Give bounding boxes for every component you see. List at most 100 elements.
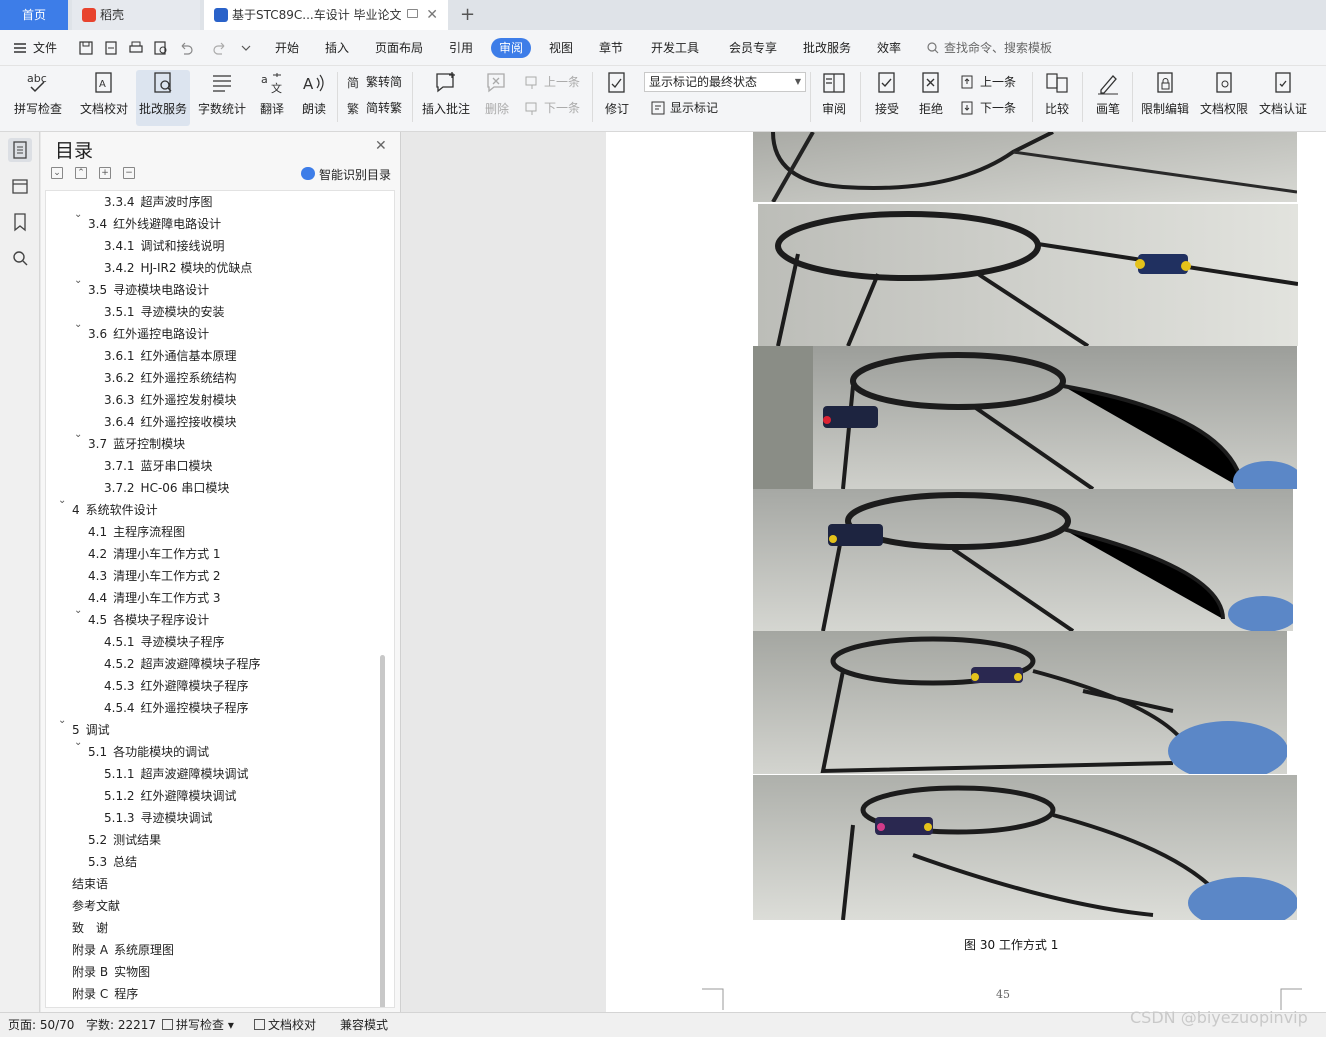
toc-item[interactable]: 3.4.1 调试和接线说明: [46, 235, 225, 257]
toc-item[interactable]: 3.6.3 红外遥控发射模块: [46, 389, 237, 411]
toc-item[interactable]: 3.5 寻迹模块电路设计: [46, 279, 209, 301]
toc-item[interactable]: 3.7 蓝牙控制模块: [46, 433, 185, 455]
markup-state-select[interactable]: 显示标记的最终状态 ▼: [644, 72, 806, 92]
menu-member[interactable]: 会员专享: [729, 38, 777, 58]
doc-permission-button[interactable]: 文档权限: [1198, 70, 1250, 117]
insert-comment-button[interactable]: 插入批注: [420, 70, 472, 117]
menu-chapter[interactable]: 章节: [599, 38, 623, 58]
save-icon[interactable]: [78, 40, 94, 56]
correction-service-button[interactable]: 批改服务: [136, 70, 190, 126]
review-button[interactable]: 审阅: [816, 70, 852, 117]
prev-comment-button[interactable]: 上一条: [524, 72, 580, 92]
revise-button[interactable]: 修订: [598, 70, 636, 117]
delete-comment-button[interactable]: 删除: [478, 70, 516, 117]
toc-item[interactable]: 4.1 主程序流程图: [46, 521, 185, 543]
menu-dev-tools[interactable]: 开发工具: [651, 38, 699, 58]
trad-to-simp-button[interactable]: 简 繁转简: [346, 72, 402, 92]
undo-icon[interactable]: [178, 40, 194, 56]
reject-button[interactable]: 拒绝: [912, 70, 950, 117]
close-tab-icon[interactable]: ✕: [426, 0, 438, 30]
menu-view[interactable]: 视图: [549, 38, 573, 58]
smart-toc-button[interactable]: 智能识别目录: [301, 166, 391, 183]
menu-review[interactable]: 审阅: [491, 38, 532, 58]
status-proofread[interactable]: 文档校对: [254, 1013, 316, 1037]
menu-references[interactable]: 引用: [449, 38, 473, 58]
redo-icon[interactable]: [212, 40, 228, 56]
toc-item[interactable]: 3.7.1 蓝牙串口模块: [46, 455, 213, 477]
restrict-edit-button[interactable]: 限制编辑: [1138, 70, 1192, 117]
menu-efficiency[interactable]: 效率: [877, 38, 901, 58]
document-page[interactable]: 图 30 工作方式 1 45: [606, 132, 1326, 1012]
word-count-indicator[interactable]: 字数: 22217: [86, 1013, 156, 1037]
accept-button[interactable]: 接受: [868, 70, 906, 117]
toc-item[interactable]: 附录 C 程序: [46, 983, 138, 1005]
hamburger-menu-icon[interactable]: [12, 40, 28, 56]
collapse-all-icon[interactable]: ⌄: [51, 167, 63, 179]
close-icon[interactable]: ✕: [375, 138, 387, 154]
print-preview-icon[interactable]: [153, 40, 169, 56]
add-heading-icon[interactable]: +: [99, 167, 111, 179]
pen-button[interactable]: 画笔: [1090, 70, 1126, 117]
next-change-button[interactable]: 下一条: [960, 98, 1016, 118]
toc-item[interactable]: 4.5.4 红外遥控模块子程序: [46, 697, 249, 719]
toc-item[interactable]: 附录 A 系统原理图: [46, 939, 174, 961]
toc-scrollbar[interactable]: [380, 655, 385, 1007]
word-count-button[interactable]: 字数统计: [196, 70, 248, 117]
toc-item[interactable]: 3.5.1 寻迹模块的安装: [46, 301, 225, 323]
toc-item[interactable]: 4.5.3 红外避障模块子程序: [46, 675, 249, 697]
toc-item[interactable]: 3.7.2 HC-06 串口模块: [46, 477, 229, 499]
toc-item[interactable]: 3.4 红外线避障电路设计: [46, 213, 221, 235]
spell-check-button[interactable]: abc 拼写检查: [8, 70, 68, 117]
toc-item[interactable]: 附录 B 实物图: [46, 961, 150, 983]
chapter-nav-icon[interactable]: [8, 174, 32, 198]
toc-item[interactable]: 4 系统软件设计: [46, 499, 158, 521]
expand-up-icon[interactable]: ⌃: [75, 167, 87, 179]
toc-item[interactable]: 结束语: [46, 873, 108, 895]
toc-item[interactable]: 5.1.1 超声波避障模块调试: [46, 763, 249, 785]
menu-file[interactable]: 文件: [33, 38, 57, 58]
command-search[interactable]: 查找命令、搜索模板: [926, 38, 1052, 58]
toc-item[interactable]: 致 谢: [46, 917, 108, 939]
menu-insert[interactable]: 插入: [325, 38, 349, 58]
toc-item[interactable]: 5.1.3 寻迹模块调试: [46, 807, 213, 829]
next-comment-button[interactable]: 下一条: [524, 98, 580, 118]
status-spell-check[interactable]: 拼写检查 ▾: [162, 1013, 234, 1037]
quick-access-dropdown-icon[interactable]: [238, 40, 254, 56]
show-markup-button[interactable]: 显示标记: [650, 98, 718, 118]
read-aloud-button[interactable]: A 朗读: [296, 70, 332, 117]
tab-document[interactable]: 基于STC89C...车设计 毕业论文 ✕: [204, 0, 448, 30]
bookmark-icon[interactable]: [8, 210, 32, 234]
menu-page-layout[interactable]: 页面布局: [375, 38, 423, 58]
toc-item[interactable]: 4.3 清理小车工作方式 2: [46, 565, 221, 587]
find-icon[interactable]: [8, 246, 32, 270]
toc-item[interactable]: 5.1.2 红外避障模块调试: [46, 785, 237, 807]
prev-change-button[interactable]: 上一条: [960, 72, 1016, 92]
page-indicator[interactable]: 页面: 50/70: [8, 1013, 74, 1037]
export-pdf-icon[interactable]: [103, 40, 119, 56]
simp-to-trad-button[interactable]: 繁 简转繁: [346, 98, 402, 118]
new-tab-button[interactable]: +: [460, 0, 475, 30]
menu-correction-service[interactable]: 批改服务: [803, 38, 851, 58]
toc-item[interactable]: 4.5.1 寻迹模块子程序: [46, 631, 225, 653]
compare-button[interactable]: 比较: [1038, 70, 1076, 117]
toc-item[interactable]: 4.5.2 超声波避障模块子程序: [46, 653, 261, 675]
tab-home[interactable]: 首页: [0, 0, 68, 30]
minimize-tab-icon[interactable]: [407, 9, 418, 18]
menu-start[interactable]: 开始: [275, 38, 299, 58]
proofread-button[interactable]: A 文档校对: [76, 70, 132, 117]
toc-item[interactable]: 5.3 总结: [46, 851, 137, 873]
remove-heading-icon[interactable]: −: [123, 167, 135, 179]
toc-item[interactable]: 4.2 清理小车工作方式 1: [46, 543, 221, 565]
toc-item[interactable]: 3.3.4 超声波时序图: [46, 191, 213, 213]
toc-item[interactable]: 参考文献: [46, 895, 120, 917]
tab-daoke[interactable]: 稻壳: [72, 0, 200, 30]
toc-item[interactable]: 3.6.1 红外通信基本原理: [46, 345, 237, 367]
doc-auth-button[interactable]: 文档认证: [1256, 70, 1310, 117]
toc-item[interactable]: 4.4 清理小车工作方式 3: [46, 587, 221, 609]
toc-item[interactable]: 5.2 测试结果: [46, 829, 161, 851]
translate-button[interactable]: a文 翻译: [254, 70, 290, 117]
toc-item[interactable]: 4.5 各模块子程序设计: [46, 609, 209, 631]
toc-icon[interactable]: [8, 138, 32, 162]
toc-item[interactable]: 3.6 红外遥控电路设计: [46, 323, 209, 345]
toc-item[interactable]: 3.6.2 红外遥控系统结构: [46, 367, 237, 389]
